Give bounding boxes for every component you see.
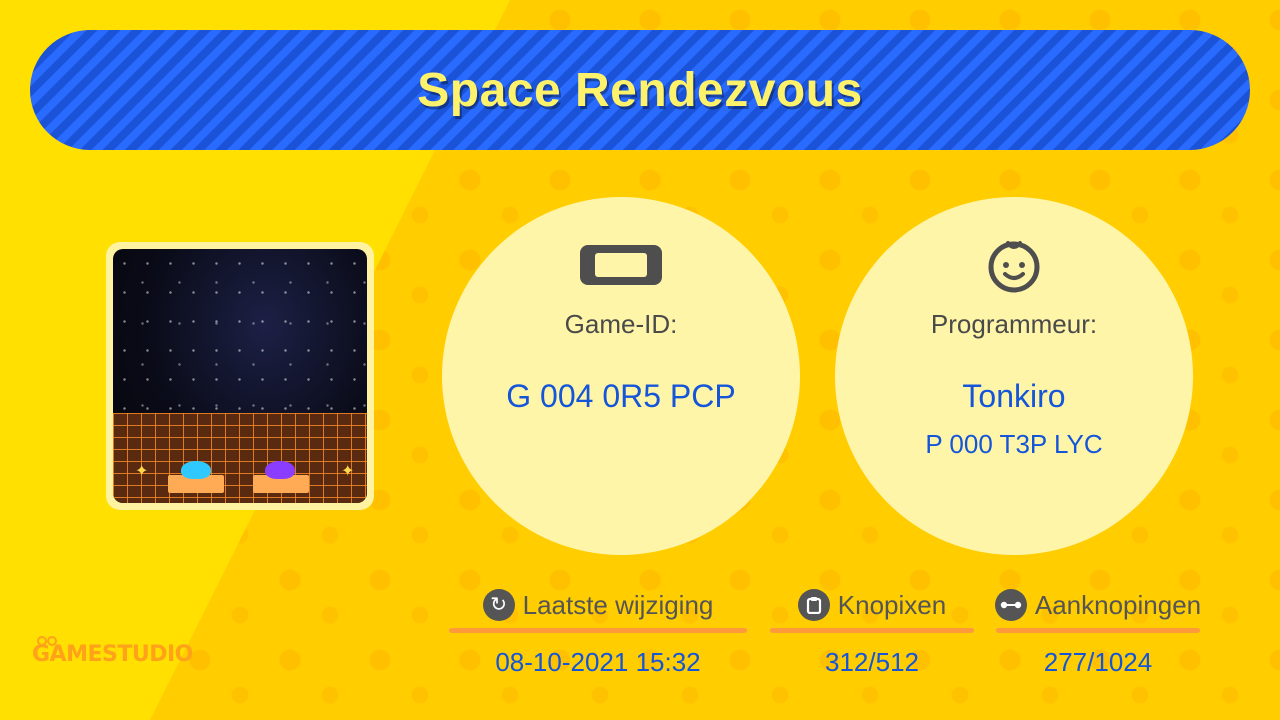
gamestudio-logo: GAMESTUDIO (32, 642, 193, 667)
game-thumbnail-frame[interactable]: ✦ ✦ (106, 242, 374, 510)
nodons-divider (770, 628, 974, 633)
grid-floor (113, 413, 367, 503)
nodons-stat: Knopixen 312/512 (770, 585, 974, 678)
link-icon (994, 589, 1027, 621)
arrow-right-marker: ✦ (341, 463, 355, 480)
title-banner: Space Rendezvous (30, 30, 1250, 150)
face-icon (986, 241, 1042, 293)
last-modified-value: 08-10-2021 15:32 (495, 647, 701, 677)
game-id-panel: Game-ID: G 004 0R5 PCP (442, 197, 800, 555)
programmer-name[interactable]: Tonkiro (962, 378, 1065, 415)
clipboard-icon (797, 589, 830, 621)
nodons-label: Knopixen (837, 589, 947, 620)
refresh-icon: ↻ (482, 589, 515, 621)
programmer-label: Programmeur: (930, 309, 1098, 339)
last-modified-stat: ↻ Laatste wijziging 08-10-2021 15:32 (449, 585, 747, 678)
connections-label: Aanknopingen (1034, 589, 1202, 620)
connections-divider (996, 628, 1200, 633)
game-id-label: Game-ID: (564, 309, 678, 339)
programmer-panel: Programmeur: Tonkiro P 000 T3P LYC (835, 197, 1193, 555)
nodons-value: 312/512 (825, 647, 919, 677)
last-modified-label: Laatste wijziging (522, 589, 714, 620)
connections-value: 277/1024 (1043, 647, 1153, 677)
arrow-left-marker: ✦ (135, 463, 149, 480)
last-modified-divider (449, 628, 747, 633)
connections-stat: Aanknopingen 277/1024 (994, 585, 1202, 678)
programmer-id: P 000 T3P LYC (925, 429, 1103, 459)
purple-ufo (265, 461, 295, 479)
game-title: Space Rendezvous (417, 63, 863, 117)
game-id-value: G 004 0R5 PCP (506, 378, 736, 414)
blue-ufo (181, 461, 211, 479)
game-thumbnail-image: ✦ ✦ (113, 249, 367, 503)
game-console-icon (579, 243, 663, 287)
